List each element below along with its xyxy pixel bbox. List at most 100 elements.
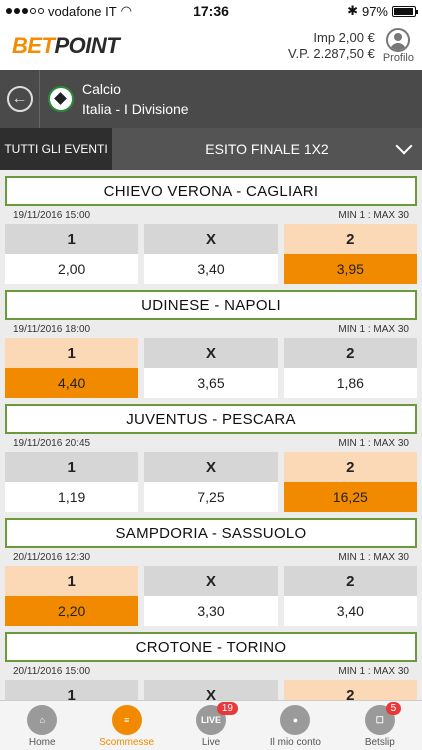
odd-label: 2 bbox=[283, 566, 417, 596]
events-list: CHIEVO VERONA - CAGLIARI 19/11/2016 15:0… bbox=[0, 176, 422, 740]
odd-button-2[interactable]: 2 3,95 bbox=[283, 224, 417, 284]
odd-label: 1 bbox=[5, 224, 139, 254]
odd-button-x[interactable]: X 3,65 bbox=[144, 338, 278, 398]
event-meta: 20/11/2016 15:00 MIN 1 : MAX 30 bbox=[5, 662, 417, 680]
match-title[interactable]: JUVENTUS - PESCARA bbox=[5, 404, 417, 434]
odds-row: 1 1,19 X 7,25 2 16,25 bbox=[5, 452, 417, 512]
status-left: vodafone IT ◠ bbox=[6, 3, 132, 19]
event-card: CHIEVO VERONA - CAGLIARI 19/11/2016 15:0… bbox=[5, 176, 417, 284]
odd-value: 3,40 bbox=[144, 254, 278, 284]
odd-label: 2 bbox=[283, 452, 417, 482]
home-icon: ⌂ bbox=[27, 705, 58, 735]
odd-value: 7,25 bbox=[144, 482, 278, 512]
tab-home[interactable]: ⌂ Home bbox=[0, 701, 84, 750]
profile-icon bbox=[386, 28, 411, 52]
odd-label: X bbox=[144, 224, 278, 254]
status-bar: vodafone IT ◠ 17:36 ✱ 97% bbox=[0, 0, 422, 22]
match-title[interactable]: CROTONE - TORINO bbox=[5, 632, 417, 662]
odd-button-2[interactable]: 2 1,86 bbox=[283, 338, 417, 398]
odd-label: X bbox=[144, 338, 278, 368]
user-icon: ● bbox=[280, 705, 311, 735]
odd-value: 2,00 bbox=[5, 254, 139, 284]
imp-amount: Imp 2,00 € bbox=[313, 30, 375, 45]
market-selector[interactable]: ESITO FINALE 1X2 bbox=[112, 128, 422, 170]
tab-live-label: Live bbox=[201, 737, 221, 748]
battery-percent: 97% bbox=[361, 3, 388, 19]
event-date: 19/11/2016 18:00 bbox=[13, 324, 91, 335]
odds-row: 1 2,20 X 3,30 2 3,40 bbox=[5, 566, 417, 626]
logo-point: POINT bbox=[54, 33, 120, 58]
carrier-label: vodafone IT bbox=[48, 3, 117, 19]
betpoint-logo[interactable]: BET POINT bbox=[12, 33, 120, 59]
tab-account-label: Il mio conto bbox=[269, 737, 321, 748]
profile-label: Profilo bbox=[382, 52, 414, 64]
tab-betslip[interactable]: ☐ 5 Betslip bbox=[338, 701, 422, 750]
event-meta: 20/11/2016 12:30 MIN 1 : MAX 30 bbox=[5, 548, 417, 566]
odd-value: 2,20 bbox=[5, 596, 139, 626]
odds-row: 1 4,40 X 3,65 2 1,86 bbox=[5, 338, 417, 398]
odd-button-x[interactable]: X 3,40 bbox=[144, 224, 278, 284]
back-button[interactable]: ← bbox=[0, 70, 40, 128]
odd-label: 1 bbox=[5, 452, 139, 482]
event-meta: 19/11/2016 18:00 MIN 1 : MAX 30 bbox=[5, 320, 417, 338]
breadcrumb-bar: ← Calcio Italia - I Divisione bbox=[0, 70, 422, 128]
bluetooth-icon: ✱ bbox=[347, 3, 358, 18]
event-meta: 19/11/2016 20:45 MIN 1 : MAX 30 bbox=[5, 434, 417, 452]
odd-button-2[interactable]: 2 16,25 bbox=[283, 452, 417, 512]
event-limits: MIN 1 : MAX 30 bbox=[338, 324, 409, 335]
event-date: 20/11/2016 12:30 bbox=[13, 552, 91, 563]
odd-label: X bbox=[144, 566, 278, 596]
tab-all-events[interactable]: TUTTI GLI EVENTI bbox=[0, 128, 112, 170]
market-tabs: TUTTI GLI EVENTI ESITO FINALE 1X2 bbox=[0, 128, 422, 170]
odd-value: 3,95 bbox=[283, 254, 417, 284]
logo-bet: BET bbox=[12, 33, 55, 58]
odd-button-1[interactable]: 1 2,00 bbox=[5, 224, 139, 284]
tab-live[interactable]: LIVE 19 Live bbox=[169, 701, 253, 750]
sport-name: Calcio bbox=[82, 81, 121, 97]
event-meta: 19/11/2016 15:00 MIN 1 : MAX 30 bbox=[5, 206, 417, 224]
header-right: Imp 2,00 € V.P. 2.287,50 € Profilo bbox=[288, 28, 414, 64]
tab-scommesse[interactable]: ≡ Scommesse bbox=[84, 701, 168, 750]
odd-value: 3,65 bbox=[144, 368, 278, 398]
profile-button[interactable]: Profilo bbox=[383, 28, 414, 64]
event-limits: MIN 1 : MAX 30 bbox=[338, 552, 409, 563]
bottom-tab-bar: ⌂ Home ≡ Scommesse LIVE 19 Live ● Il mio… bbox=[0, 700, 422, 750]
vp-amount: V.P. 2.287,50 € bbox=[288, 46, 375, 61]
event-card: UDINESE - NAPOLI 19/11/2016 18:00 MIN 1 … bbox=[5, 290, 417, 398]
tab-home-label: Home bbox=[28, 737, 56, 748]
app-header: BET POINT Imp 2,00 € V.P. 2.287,50 € Pro… bbox=[0, 22, 422, 70]
betslip-count-badge: 5 bbox=[385, 702, 402, 715]
odd-value: 1,86 bbox=[283, 368, 417, 398]
event-card: SAMPDORIA - SASSUOLO 20/11/2016 12:30 MI… bbox=[5, 518, 417, 626]
event-card: JUVENTUS - PESCARA 19/11/2016 20:45 MIN … bbox=[5, 404, 417, 512]
tab-account[interactable]: ● Il mio conto bbox=[253, 701, 337, 750]
balance-info: Imp 2,00 € V.P. 2.287,50 € bbox=[288, 30, 375, 62]
odd-value: 1,19 bbox=[5, 482, 139, 512]
event-date: 20/11/2016 15:00 bbox=[13, 666, 91, 677]
back-arrow-icon: ← bbox=[6, 86, 33, 112]
match-title[interactable]: CHIEVO VERONA - CAGLIARI bbox=[5, 176, 417, 206]
odd-button-1[interactable]: 1 4,40 bbox=[5, 338, 139, 398]
odd-button-1[interactable]: 1 1,19 bbox=[5, 452, 139, 512]
odd-button-x[interactable]: X 7,25 bbox=[144, 452, 278, 512]
event-date: 19/11/2016 20:45 bbox=[13, 438, 91, 449]
event-limits: MIN 1 : MAX 30 bbox=[338, 210, 409, 221]
odd-label: 2 bbox=[283, 224, 417, 254]
soccer-ball-icon bbox=[48, 86, 74, 112]
odd-label: 2 bbox=[283, 338, 417, 368]
chevron-down-icon bbox=[395, 137, 413, 155]
event-limits: MIN 1 : MAX 30 bbox=[338, 438, 409, 449]
odd-label: X bbox=[144, 452, 278, 482]
odd-button-1[interactable]: 1 2,20 bbox=[5, 566, 139, 626]
battery-icon bbox=[392, 5, 418, 17]
live-count-badge: 19 bbox=[216, 702, 238, 715]
match-title[interactable]: SAMPDORIA - SASSUOLO bbox=[5, 518, 417, 548]
match-title[interactable]: UDINESE - NAPOLI bbox=[5, 290, 417, 320]
wifi-icon: ◠ bbox=[120, 3, 132, 18]
odd-value: 4,40 bbox=[5, 368, 139, 398]
odd-button-x[interactable]: X 3,30 bbox=[144, 566, 278, 626]
odd-button-2[interactable]: 2 3,40 bbox=[283, 566, 417, 626]
breadcrumb: Calcio Italia - I Divisione bbox=[82, 79, 189, 119]
event-limits: MIN 1 : MAX 30 bbox=[338, 666, 409, 677]
market-label: ESITO FINALE 1X2 bbox=[205, 141, 329, 157]
